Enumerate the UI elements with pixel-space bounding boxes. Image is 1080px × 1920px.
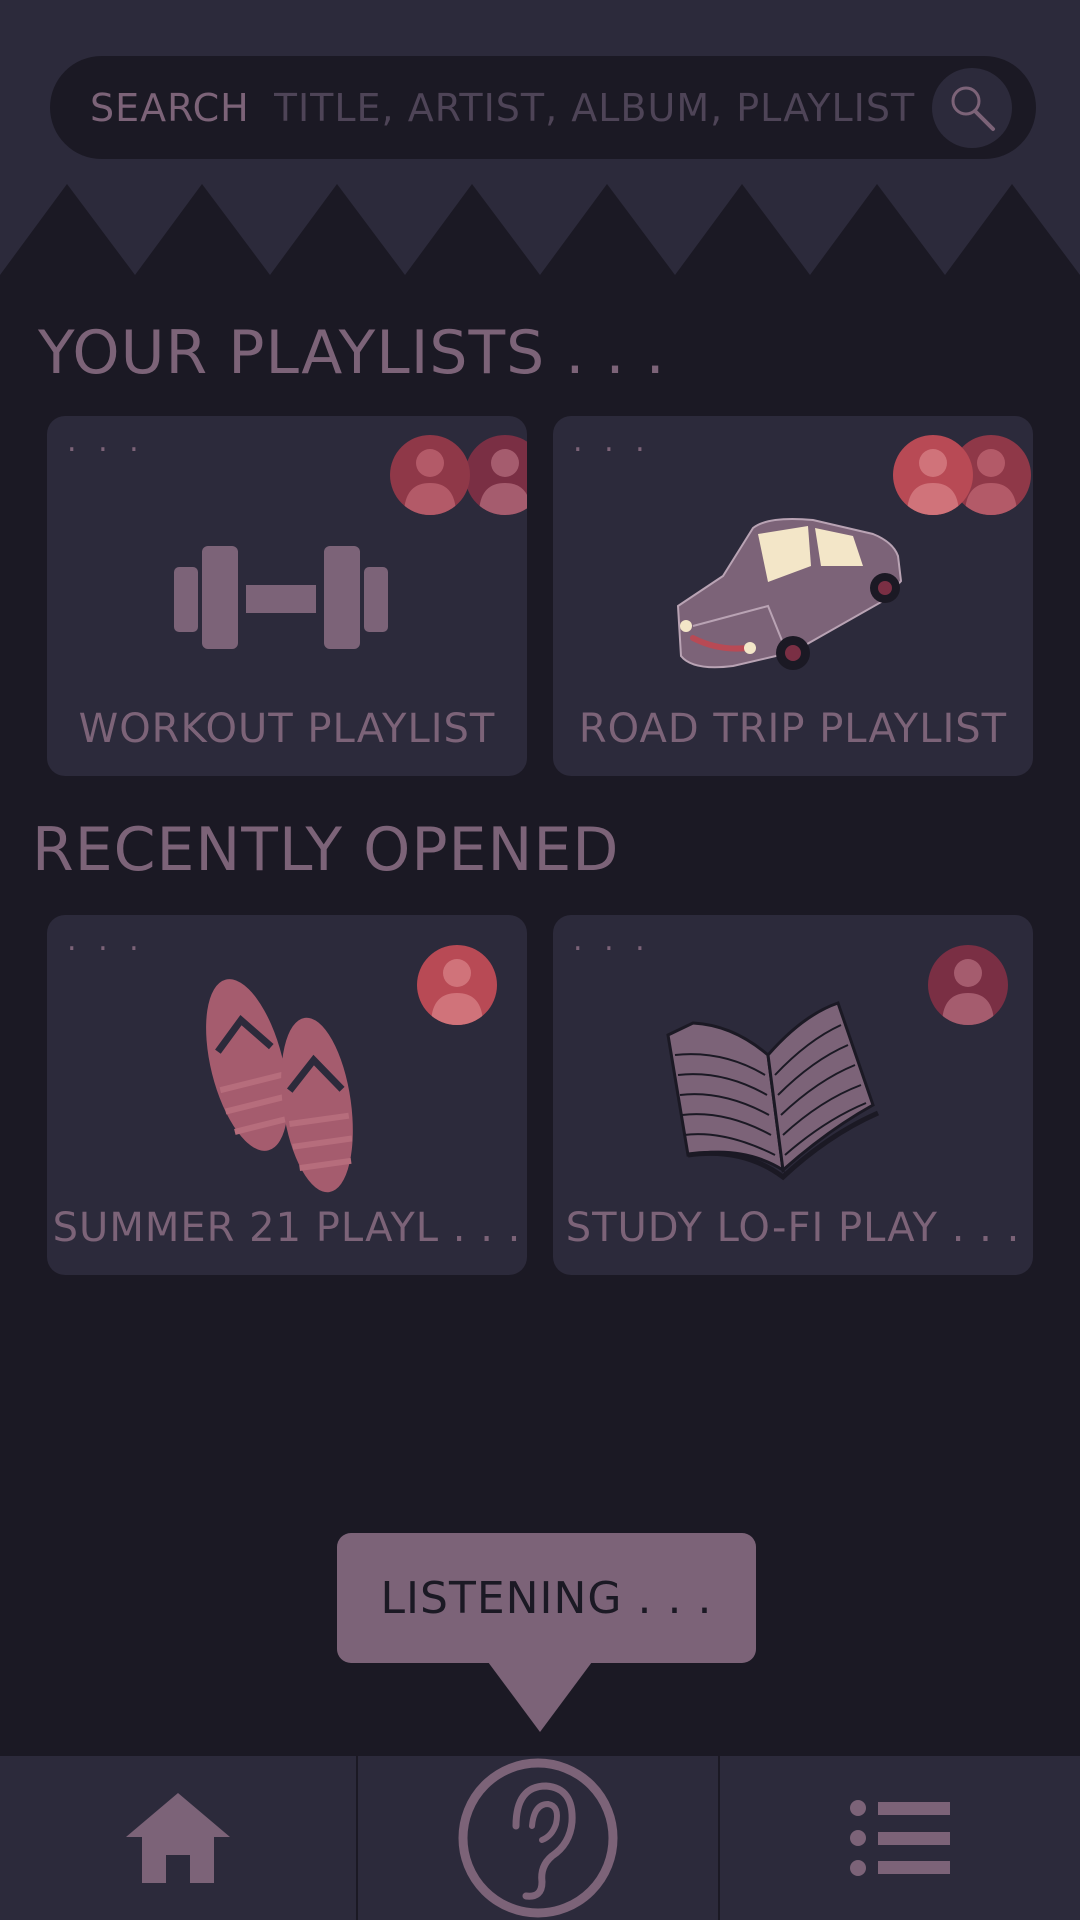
ear-icon bbox=[458, 1758, 618, 1918]
nav-list-button[interactable] bbox=[720, 1756, 1080, 1920]
playlist-card-road-trip[interactable]: . . . ROAD TRIP PLAYLIST bbox=[553, 416, 1033, 776]
listening-tooltip: LISTENING . . . bbox=[337, 1533, 756, 1663]
section-title-playlists: YOUR PLAYLISTS . . . bbox=[38, 318, 666, 388]
search-label: SEARCH bbox=[90, 85, 250, 130]
search-button[interactable] bbox=[932, 68, 1012, 148]
home-icon bbox=[126, 1793, 230, 1883]
card-title: SUMMER 21 PLAYL . . . bbox=[52, 1205, 522, 1251]
section-title-recent: RECENTLY OPENED bbox=[32, 815, 620, 885]
tooltip-pointer bbox=[488, 1662, 592, 1732]
recent-card-study[interactable]: . . . STUDY LO-FI PLAY . . . bbox=[553, 915, 1033, 1275]
magnifier-icon bbox=[951, 86, 995, 131]
nav-home-button[interactable] bbox=[0, 1756, 356, 1920]
search-bar[interactable]: SEARCH bbox=[50, 56, 1036, 159]
recent-card-summer[interactable]: . . . SUMMER 21 PLAYL . . . bbox=[47, 915, 527, 1275]
card-title: STUDY LO-FI PLAY . . . bbox=[565, 1205, 1021, 1251]
search-input[interactable] bbox=[273, 85, 934, 130]
card-title: ROAD TRIP PLAYLIST bbox=[578, 706, 1008, 752]
bottom-nav bbox=[0, 1756, 1080, 1920]
list-icon bbox=[850, 1800, 950, 1876]
nav-listen-button[interactable] bbox=[358, 1756, 718, 1920]
playlist-card-workout[interactable]: . . . WORKOUT PLAYLIST bbox=[47, 416, 527, 776]
card-title: WORKOUT PLAYLIST bbox=[78, 706, 496, 752]
